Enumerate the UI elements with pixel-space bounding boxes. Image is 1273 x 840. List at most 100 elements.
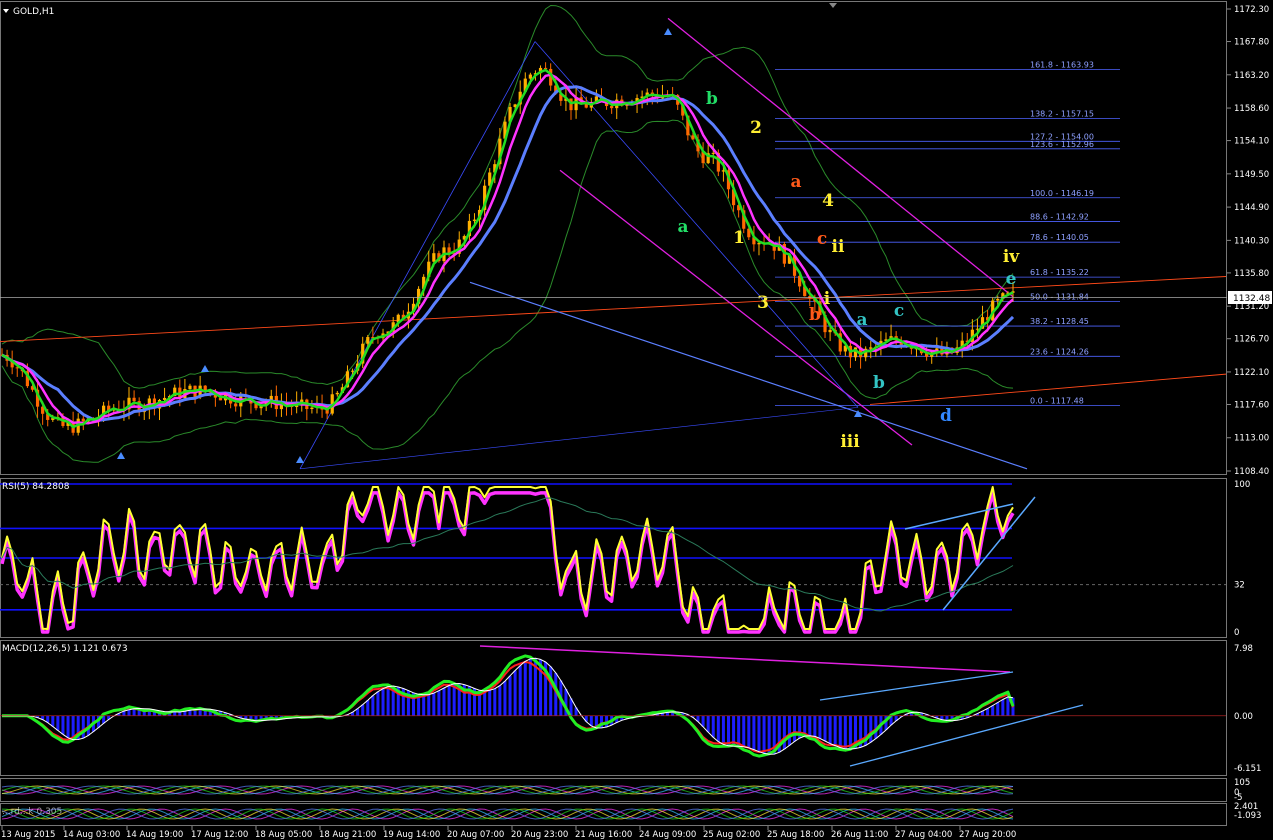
fib-level-label: 61.8 - 1135.22 — [1030, 268, 1089, 277]
time-tick-label: 14 Aug 03:00 — [63, 830, 120, 840]
time-tick-label: 21 Aug 16:00 — [575, 830, 632, 840]
price-tick-label: 1126.70 — [1234, 335, 1269, 345]
candle-body — [432, 253, 436, 262]
wave-label: i — [824, 289, 831, 309]
wave-label: c — [817, 229, 827, 249]
macd-title: MACD(12,26,5) 1.121 0.673 — [2, 644, 128, 654]
wave-label: c — [894, 301, 904, 321]
candle-body — [132, 397, 136, 402]
sub-panel-title: ...rd...k 0.305 — [2, 807, 62, 817]
candle — [330, 386, 334, 416]
fib-level-label: 23.6 - 1124.26 — [1030, 347, 1089, 356]
wave-line-3 — [299, 407, 859, 470]
candle — [615, 93, 619, 120]
fib-level-label: 0.0 - 1117.48 — [1030, 396, 1084, 405]
price-tick-label: 1158.60 — [1234, 104, 1269, 114]
time-tick-label: 25 Aug 18:00 — [767, 830, 824, 840]
fib-level-label: 161.8 - 1163.93 — [1030, 61, 1094, 70]
time-axis: 13 Aug 2015 14 Aug 03:00 14 Aug 19:00 17 Au… — [1, 826, 1016, 840]
candle — [193, 385, 197, 404]
price-tick-label: 1117.60 — [1234, 400, 1269, 410]
time-tick-label: 27 Aug 20:00 — [959, 830, 1016, 840]
candle-body — [610, 106, 614, 109]
time-tick-label: 14 Aug 19:00 — [126, 830, 183, 840]
fractal-arrow-icon — [117, 452, 125, 459]
candle-body — [711, 152, 715, 154]
candle-body — [869, 347, 873, 349]
rsi-panel: 100 32 0 — [0, 480, 1250, 638]
candle-body — [335, 392, 339, 395]
fib-level-label: 78.6 - 1140.05 — [1030, 233, 1089, 242]
wave-label: b — [809, 305, 821, 325]
wave-label: 4 — [822, 191, 834, 211]
moving-averages — [1, 68, 1015, 429]
fractal-arrow-icon — [296, 456, 304, 463]
time-tick-label: 27 Aug 04:00 — [895, 830, 952, 840]
wave-label: b — [873, 373, 885, 393]
macd-panel: 7.98 0.00 -6.151 — [0, 644, 1261, 774]
price-tick-label: 1140.30 — [1234, 236, 1269, 246]
price-tick-label: 1149.50 — [1234, 170, 1269, 180]
candle — [335, 390, 339, 397]
panel-frames — [0, 1, 1227, 826]
fractal-arrow-icon — [664, 28, 672, 35]
chart-menu-arrow-icon[interactable] — [3, 9, 9, 13]
wave-label: 2 — [750, 118, 762, 138]
price-tick-label: 1172.30 — [1234, 5, 1269, 15]
wave-label: a — [790, 172, 801, 192]
price-tick-label: 1167.80 — [1234, 38, 1269, 48]
candle-body — [188, 385, 192, 390]
fib-level-label: 123.6 - 1152.96 — [1030, 140, 1094, 149]
candle-body — [162, 397, 167, 400]
candle — [183, 378, 187, 401]
wave-label: d — [940, 406, 952, 426]
wave-label: 3 — [757, 293, 769, 313]
macd-divergence-top — [479, 645, 1011, 673]
fractal-arrow-icon — [201, 365, 209, 372]
sub-panel-tick-label: 105 — [1234, 778, 1250, 788]
current-price-label: 1132.48 — [1233, 294, 1270, 304]
time-tick-label: 13 Aug 2015 — [1, 830, 55, 840]
candle — [848, 342, 853, 368]
time-tick-label: 19 Aug 14:00 — [383, 830, 440, 840]
macd-tick-label: 0.00 — [1234, 712, 1253, 722]
candle-body — [828, 329, 832, 333]
sub-indicator-panels: 1050-52.401-1.093 — [1, 778, 1261, 821]
candle — [132, 390, 136, 408]
price-tick-label: 1144.90 — [1234, 203, 1269, 213]
price-axis: 1172.30 1167.80 1163.20 1158.60 1154.10 1149.… — [1227, 5, 1269, 477]
fib-level-label: 138.2 - 1157.15 — [1030, 110, 1094, 119]
candle-body — [234, 403, 238, 407]
bollinger-lower — [1, 119, 1014, 463]
price-tick-label: 1108.40 — [1234, 467, 1269, 477]
candle-body — [81, 418, 85, 422]
time-tick-label: 25 Aug 02:00 — [703, 830, 760, 840]
rsi-tick-label: 32 — [1234, 581, 1245, 591]
fib-level-label: 88.6 - 1142.92 — [1030, 212, 1089, 221]
candle — [782, 241, 786, 268]
macd-tick-label: 7.98 — [1234, 644, 1253, 654]
wave-label: a — [677, 217, 688, 237]
time-tick-label: 20 Aug 07:00 — [447, 830, 504, 840]
wave-label: a — [856, 310, 867, 330]
candle-body — [996, 298, 1000, 301]
trendline-upper — [0, 276, 1227, 343]
channel-bottom — [559, 169, 913, 446]
time-tick-label: 20 Aug 23:00 — [511, 830, 568, 840]
macd-tick-label: -6.151 — [1234, 764, 1261, 774]
candle — [991, 297, 995, 322]
candle — [188, 383, 192, 390]
candle — [269, 389, 273, 408]
shift-marker-icon[interactable] — [829, 3, 837, 8]
sub-panel-2-frame — [0, 803, 1227, 826]
time-tick-label: 17 Aug 12:00 — [191, 830, 248, 840]
bollinger-bands — [1, 5, 1014, 463]
rsi-title: RSI(5) 84.2808 — [2, 482, 70, 492]
wave-label: b — [706, 89, 718, 109]
wave-label: ii — [832, 237, 845, 257]
candle-body — [528, 74, 532, 79]
rsi-tick-label: 100 — [1234, 480, 1250, 490]
fib-level-label: 50.0 - 1131.84 — [1030, 293, 1089, 302]
wave-label: 1 — [733, 228, 745, 248]
fib-level-label: 100.0 - 1146.19 — [1030, 189, 1094, 198]
